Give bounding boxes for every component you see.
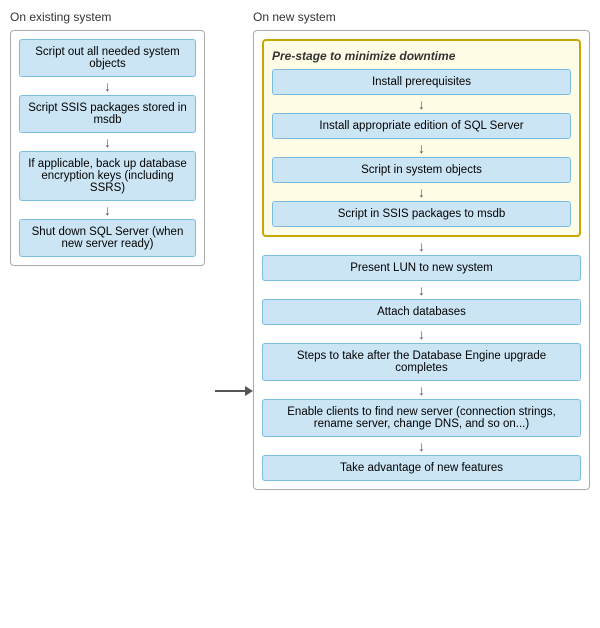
arrow-1: ↓ bbox=[104, 133, 111, 151]
left-step-1: Script SSIS packages stored in msdb bbox=[19, 95, 196, 133]
h-arrow-head bbox=[245, 386, 253, 396]
arrow-0: ↓ bbox=[104, 77, 111, 95]
horizontal-arrow bbox=[215, 382, 253, 400]
left-step-0: Script out all needed system objects bbox=[19, 39, 196, 77]
right-arrow-3: ↓ bbox=[418, 381, 425, 399]
pre-arrow-2: ↓ bbox=[418, 183, 425, 201]
prestage-step-3: Script in SSIS packages to msdb bbox=[272, 201, 571, 227]
left-flow: Script out all needed system objects ↓ S… bbox=[19, 39, 196, 257]
left-header: On existing system bbox=[10, 10, 205, 24]
right-arrow-1: ↓ bbox=[418, 281, 425, 299]
arrow-2: ↓ bbox=[104, 201, 111, 219]
right-step-0: Present LUN to new system bbox=[262, 255, 581, 281]
prestage-title: Pre-stage to minimize downtime bbox=[272, 49, 455, 63]
pre-arrow-1: ↓ bbox=[418, 139, 425, 157]
h-arrow-line bbox=[215, 390, 245, 392]
prestage-step-1: Install appropriate edition of SQL Serve… bbox=[272, 113, 571, 139]
right-header: On new system bbox=[253, 10, 590, 24]
pre-arrow-0: ↓ bbox=[418, 95, 425, 113]
right-panel: On new system Pre-stage to minimize down… bbox=[253, 10, 590, 490]
right-step-4: Take advantage of new features bbox=[262, 455, 581, 481]
prestage-box: Pre-stage to minimize downtime Install p… bbox=[262, 39, 581, 237]
right-arrow-4: ↓ bbox=[418, 437, 425, 455]
left-box: Script out all needed system objects ↓ S… bbox=[10, 30, 205, 266]
prestage-step-2: Script in system objects bbox=[272, 157, 571, 183]
right-arrow-0: ↓ bbox=[418, 237, 425, 255]
right-outer-box: Pre-stage to minimize downtime Install p… bbox=[253, 30, 590, 490]
left-step-3: Shut down SQL Server (when new server re… bbox=[19, 219, 196, 257]
prestage-step-0: Install prerequisites bbox=[272, 69, 571, 95]
right-step-1: Attach databases bbox=[262, 299, 581, 325]
right-arrow-2: ↓ bbox=[418, 325, 425, 343]
right-flow: Pre-stage to minimize downtime Install p… bbox=[262, 39, 581, 481]
right-step-2: Steps to take after the Database Engine … bbox=[262, 343, 581, 381]
right-step-3: Enable clients to find new server (conne… bbox=[262, 399, 581, 437]
diagram: On existing system Script out all needed… bbox=[10, 10, 590, 490]
left-step-2: If applicable, back up database encrypti… bbox=[19, 151, 196, 201]
left-panel: On existing system Script out all needed… bbox=[10, 10, 205, 490]
